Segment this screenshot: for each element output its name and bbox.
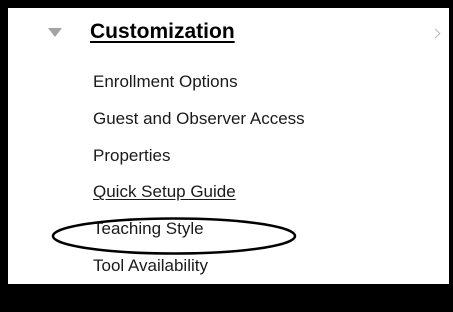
tool-availability-link[interactable]: Tool Availability (93, 256, 208, 276)
menu-item-properties: Properties (8, 140, 449, 177)
menu-item-enrollment-options: Enrollment Options (8, 66, 449, 103)
guest-observer-access-link[interactable]: Guest and Observer Access (93, 109, 305, 129)
quick-setup-guide-link[interactable]: Quick Setup Guide (93, 182, 236, 202)
section-title[interactable]: Customization (90, 20, 235, 44)
teaching-style-link[interactable]: Teaching Style (93, 219, 204, 239)
triangle-down-icon[interactable] (48, 28, 62, 37)
menu-item-quick-setup-guide: Quick Setup Guide (8, 176, 449, 213)
chevron-right-icon (430, 28, 441, 39)
customization-menu-list: Enrollment Options Guest and Observer Ac… (8, 66, 449, 287)
menu-item-teaching-style: Teaching Style (8, 213, 449, 250)
properties-link[interactable]: Properties (93, 146, 170, 166)
course-management-panel: Customization Enrollment Options Guest a… (8, 8, 449, 284)
menu-item-guest-observer-access: Guest and Observer Access (8, 103, 449, 140)
enrollment-options-link[interactable]: Enrollment Options (93, 72, 238, 92)
menu-item-tool-availability: Tool Availability (8, 250, 449, 287)
customization-section-header[interactable]: Customization (8, 16, 449, 60)
